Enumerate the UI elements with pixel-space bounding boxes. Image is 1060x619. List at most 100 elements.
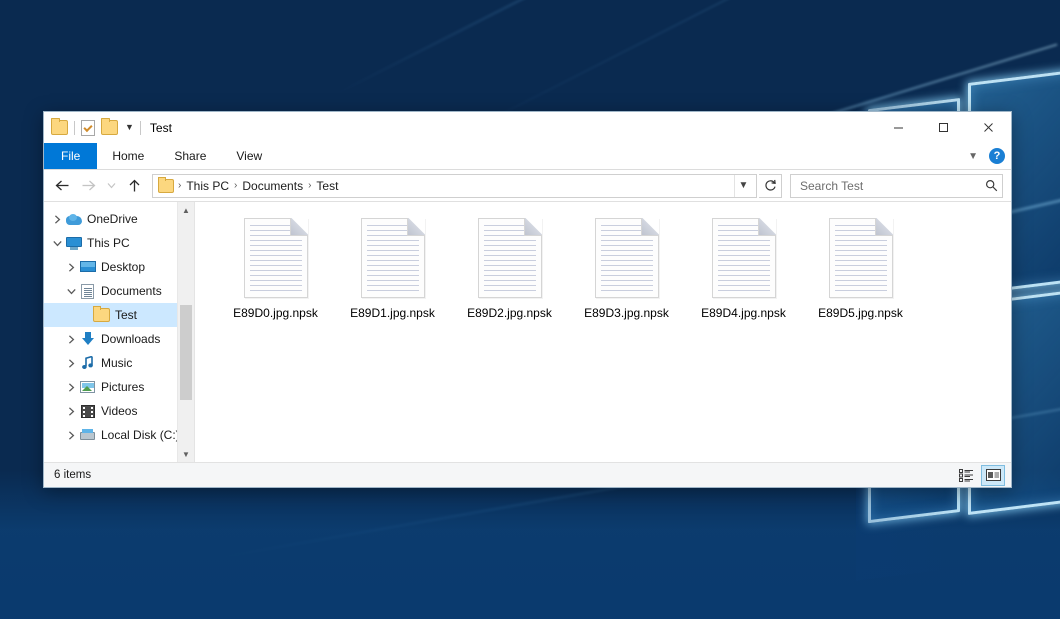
title-bar: ▼ Test [44, 112, 1011, 143]
sidebar-item-label: This PC [87, 236, 130, 250]
status-bar: 6 items [44, 462, 1011, 487]
sidebar-item-label: Documents [101, 284, 162, 298]
file-item[interactable]: E89D4.jpg.npsk [685, 214, 802, 326]
sidebar-item-music[interactable]: Music [44, 351, 194, 375]
chevron-down-icon[interactable] [50, 231, 65, 255]
chevron-down-icon[interactable]: ▼ [125, 123, 134, 132]
search-icon [985, 179, 998, 192]
tab-share[interactable]: Share [159, 143, 221, 169]
sidebar-item-downloads[interactable]: Downloads [44, 327, 194, 351]
new-folder-icon[interactable] [101, 120, 118, 135]
sidebar-item-this-pc[interactable]: This PC [44, 231, 194, 255]
generic-document-icon [829, 218, 893, 298]
file-item[interactable]: E89D1.jpg.npsk [334, 214, 451, 326]
window-title: Test [150, 121, 172, 135]
sidebar-item-label: Music [101, 356, 132, 370]
scroll-up-arrow[interactable]: ▲ [178, 202, 194, 218]
folder-icon [93, 307, 110, 323]
file-name-label: E89D1.jpg.npsk [350, 306, 435, 320]
chevron-right-icon[interactable] [64, 351, 79, 375]
search-input[interactable] [798, 178, 985, 194]
help-icon[interactable]: ? [989, 148, 1005, 164]
address-dropdown-icon[interactable]: ▼ [734, 175, 752, 197]
ribbon-tab-bar: File Home Share View ▼ ? [44, 143, 1011, 170]
file-item[interactable]: E89D3.jpg.npsk [568, 214, 685, 326]
address-bar: › This PC › Documents › Test ▼ [44, 170, 1011, 201]
breadcrumb-bar[interactable]: › This PC › Documents › Test ▼ [152, 174, 757, 198]
forward-button[interactable] [76, 174, 100, 198]
tab-file[interactable]: File [44, 143, 97, 169]
generic-document-icon [595, 218, 659, 298]
desktop-wallpaper: ▼ Test File Home Share View [0, 0, 1060, 619]
properties-icon[interactable] [81, 120, 95, 136]
chevron-right-icon[interactable] [64, 399, 79, 423]
expand-ribbon-icon[interactable]: ▼ [968, 151, 978, 162]
sidebar-item-local-disk-c[interactable]: Local Disk (C:) [44, 423, 194, 447]
videos-icon [79, 403, 96, 419]
sidebar-item-documents[interactable]: Documents [44, 279, 194, 303]
sidebar-item-videos[interactable]: Videos [44, 399, 194, 423]
file-grid: E89D0.jpg.npsk E89D1.jpg.npsk E89D2.jpg.np… [217, 214, 1011, 326]
tab-home[interactable]: Home [97, 143, 159, 169]
file-name-label: E89D2.jpg.npsk [467, 306, 552, 320]
minimize-button[interactable] [876, 112, 921, 143]
folder-tree: OneDrive This PC Desktop Documents Test Downl… [44, 202, 194, 447]
breadcrumb-this-pc[interactable]: This PC [182, 178, 233, 194]
recent-locations-button[interactable] [102, 174, 120, 198]
back-button[interactable] [50, 174, 74, 198]
sidebar-item-pictures[interactable]: Pictures [44, 375, 194, 399]
chevron-right-icon[interactable] [64, 423, 79, 447]
file-explorer-window: ▼ Test File Home Share View [43, 111, 1012, 488]
this-pc-icon [65, 235, 82, 251]
up-button[interactable] [122, 174, 146, 198]
search-box[interactable] [790, 174, 1003, 198]
file-item[interactable]: E89D2.jpg.npsk [451, 214, 568, 326]
item-count-label: 6 items [54, 469, 954, 481]
breadcrumb-test[interactable]: Test [312, 178, 342, 194]
sidebar-item-desktop[interactable]: Desktop [44, 255, 194, 279]
quick-access-toolbar: ▼ [51, 120, 141, 136]
breadcrumb-folder-icon [158, 179, 174, 193]
explorer-body: OneDrive This PC Desktop Documents Test Downl… [44, 201, 1011, 462]
view-buttons [954, 465, 1005, 486]
documents-icon [79, 283, 96, 299]
large-icons-view-button[interactable] [981, 465, 1005, 486]
chevron-right-icon[interactable] [64, 327, 79, 351]
chevron-right-icon[interactable] [64, 375, 79, 399]
generic-document-icon [244, 218, 308, 298]
details-view-button[interactable] [954, 465, 978, 486]
sidebar-item-onedrive[interactable]: OneDrive [44, 207, 194, 231]
generic-document-icon [361, 218, 425, 298]
sidebar-item-label: Test [115, 308, 137, 322]
file-name-label: E89D4.jpg.npsk [701, 306, 786, 320]
chevron-right-icon[interactable] [64, 255, 79, 279]
onedrive-icon [65, 211, 82, 227]
sidebar-item-label: Local Disk (C:) [101, 428, 180, 442]
breadcrumb-documents[interactable]: Documents [238, 178, 307, 194]
folder-icon[interactable] [51, 120, 68, 135]
sidebar-item-label: Videos [101, 404, 137, 418]
file-name-label: E89D0.jpg.npsk [233, 306, 318, 320]
sidebar-item-test[interactable]: Test [44, 303, 194, 327]
nav-scrollbar[interactable]: ▲ ▼ [177, 202, 194, 462]
file-item[interactable]: E89D0.jpg.npsk [217, 214, 334, 326]
chevron-down-icon[interactable] [64, 279, 79, 303]
close-button[interactable] [966, 112, 1011, 143]
downloads-icon [79, 331, 96, 347]
maximize-button[interactable] [921, 112, 966, 143]
disk-icon [79, 427, 96, 443]
ribbon-controls: ▼ ? [968, 143, 1005, 169]
file-name-label: E89D3.jpg.npsk [584, 306, 669, 320]
chevron-right-icon[interactable] [50, 207, 65, 231]
file-item[interactable]: E89D5.jpg.npsk [802, 214, 919, 326]
scrollbar-thumb[interactable] [180, 305, 192, 400]
sidebar-item-label: Downloads [101, 332, 160, 346]
tab-view[interactable]: View [221, 143, 277, 169]
desktop-icon [79, 259, 96, 275]
file-list-area[interactable]: E89D0.jpg.npsk E89D1.jpg.npsk E89D2.jpg.np… [195, 202, 1011, 462]
file-name-label: E89D5.jpg.npsk [818, 306, 903, 320]
scroll-down-arrow[interactable]: ▼ [178, 446, 194, 462]
sidebar-item-label: OneDrive [87, 212, 138, 226]
refresh-button[interactable] [759, 174, 782, 198]
navigation-pane: OneDrive This PC Desktop Documents Test Downl… [44, 202, 195, 462]
